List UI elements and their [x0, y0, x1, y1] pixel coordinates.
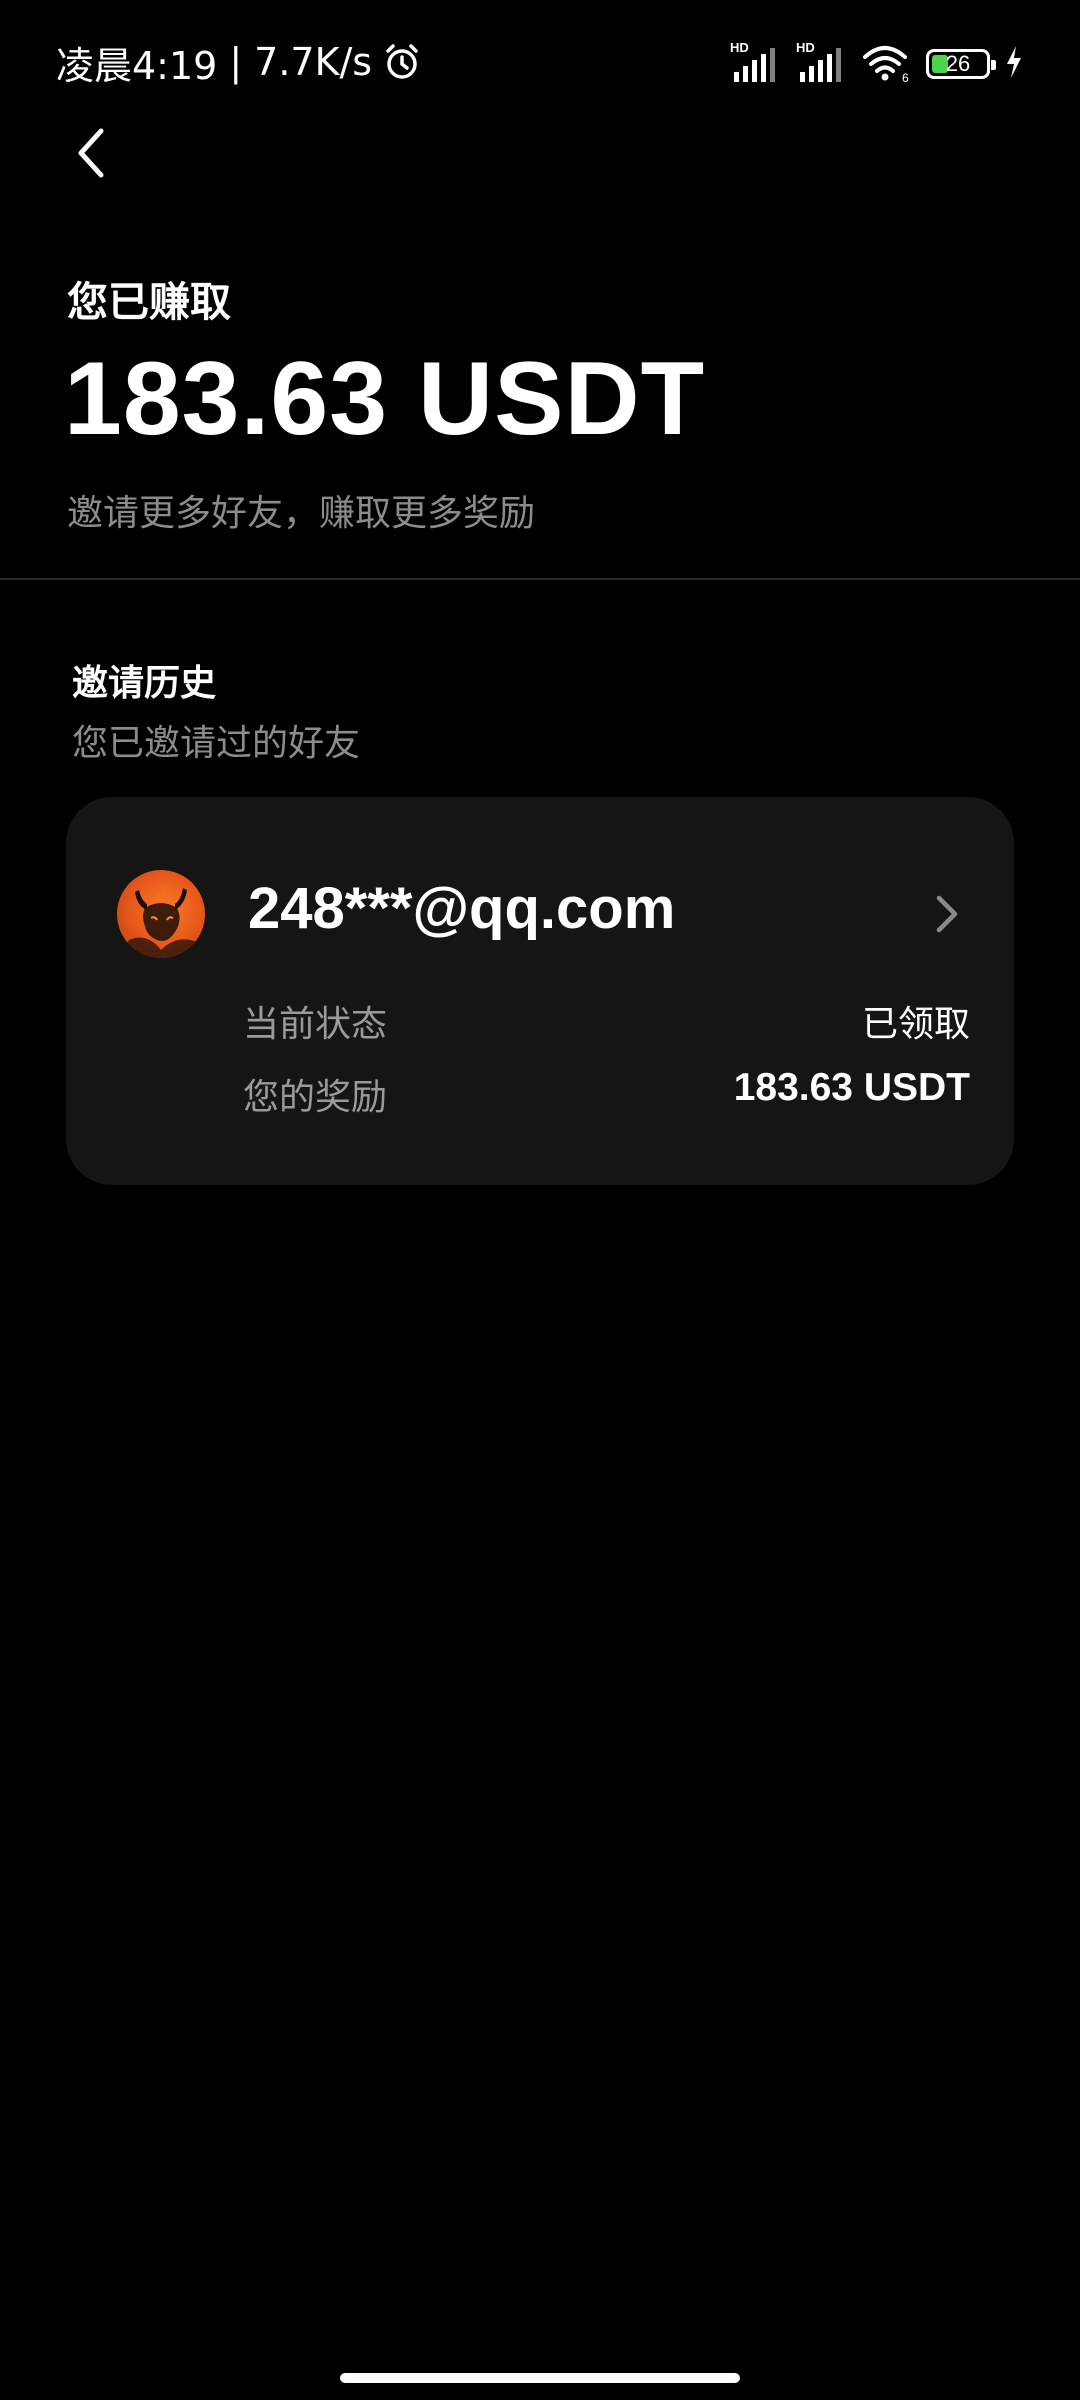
back-button[interactable]	[56, 120, 126, 190]
charging-icon	[1004, 45, 1024, 83]
status-time: 凌晨4:19	[56, 43, 218, 88]
battery-icon: 26	[926, 49, 996, 79]
battery-level: 26	[945, 51, 971, 76]
network-speed: 7.7K/s	[254, 40, 373, 84]
alarm-icon	[382, 42, 422, 82]
invitee-email: 248***@qq.com	[248, 876, 676, 941]
status-separator: |	[229, 40, 243, 84]
earned-amount: 183.63 USDT	[64, 341, 706, 457]
signal-hd-icon: HD	[796, 40, 848, 88]
svg-text:6: 6	[902, 71, 909, 83]
status-value: 已领取	[861, 1004, 970, 1045]
history-subtitle: 您已邀请过的好友	[72, 723, 361, 764]
earned-subtitle: 邀请更多好友，赚取更多奖励	[67, 493, 536, 534]
earned-label: 您已赚取	[67, 278, 231, 326]
reward-value: 183.63 USDT	[733, 1066, 970, 1109]
status-bar-right: HD HD 6 26	[730, 38, 1024, 90]
svg-text:HD: HD	[730, 40, 749, 55]
bull-icon	[117, 888, 205, 958]
chevron-right-icon[interactable]	[932, 893, 962, 935]
avatar	[117, 870, 205, 958]
status-label: 当前状态	[243, 1004, 388, 1045]
reward-label: 您的奖励	[243, 1077, 388, 1118]
wifi-icon: 6	[862, 41, 912, 87]
status-bar-left: 凌晨4:19 | 7.7K/s	[56, 36, 422, 88]
history-title: 邀请历史	[72, 663, 217, 704]
section-divider	[0, 578, 1080, 580]
battery-cap	[991, 60, 996, 70]
signal-hd-icon: HD	[730, 40, 782, 88]
invite-history-card[interactable]: 248***@qq.com 当前状态 已领取 您的奖励 183.63 USDT	[66, 797, 1014, 1185]
home-indicator[interactable]	[340, 2373, 740, 2383]
svg-text:HD: HD	[796, 40, 815, 55]
status-bar: 凌晨4:19 | 7.7K/s HD HD 6 26	[0, 0, 1080, 125]
chevron-left-icon	[71, 125, 111, 185]
